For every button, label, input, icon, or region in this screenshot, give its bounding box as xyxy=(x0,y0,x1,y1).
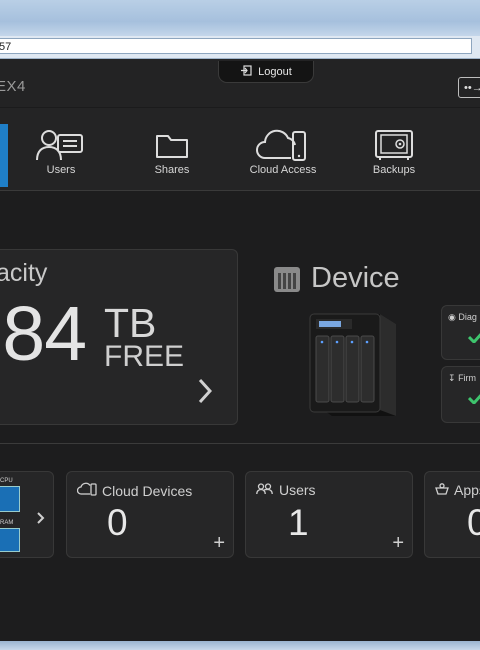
users-icon xyxy=(11,126,111,164)
cpu-meter xyxy=(0,486,20,512)
cloud-devices-label: Cloud Devices xyxy=(76,482,193,499)
firmware-card[interactable]: ↧ Firm xyxy=(441,366,480,423)
nav-label-backups: Backups xyxy=(372,164,416,176)
nav-label-cloud-access: Cloud Access xyxy=(249,164,317,176)
cloud-devices-label-text: Cloud Devices xyxy=(102,482,193,499)
capacity-unit: TB xyxy=(104,300,157,346)
diagnostics-label: ◉ Diag xyxy=(448,312,477,323)
cloud-devices-card[interactable]: Cloud Devices 0 + xyxy=(66,471,234,558)
add-user-plus-icon[interactable]: + xyxy=(392,532,404,555)
nav-label-shares: Shares xyxy=(154,164,190,176)
capacity-free-label: FREE xyxy=(104,340,185,373)
logout-icon xyxy=(240,64,252,79)
brand-title: EX4 xyxy=(0,78,26,95)
download-icon: ↧ xyxy=(448,373,456,383)
users-count: 1 xyxy=(288,502,309,543)
nav-item-backups[interactable]: Backups xyxy=(344,126,444,176)
firmware-label-text: Firm xyxy=(458,373,477,383)
diagnostics-check-icon xyxy=(467,330,480,348)
capacity-title: acity xyxy=(0,259,48,287)
nav-item-shares[interactable]: Shares xyxy=(122,126,222,176)
nav-item-cloud-access[interactable]: Cloud Access xyxy=(233,126,333,176)
nav-label-users: Users xyxy=(46,164,76,176)
capacity-chevron-right-icon[interactable] xyxy=(198,378,213,410)
folder-icon xyxy=(122,126,222,164)
cloud-access-icon xyxy=(233,126,333,164)
users-stat-label: Users xyxy=(256,482,316,498)
users-stat-icon xyxy=(256,482,274,498)
apps-label-text: Apps xyxy=(454,482,480,498)
ram-meter xyxy=(0,528,20,552)
browser-address-bar: 57 xyxy=(0,36,480,59)
apps-label: Apps xyxy=(435,482,480,498)
address-field[interactable]: 57 xyxy=(0,38,472,54)
diagnostics-label-text: Diag xyxy=(458,312,477,322)
camera-icon: ◉ xyxy=(448,312,456,322)
nav-item-users[interactable]: Users xyxy=(11,126,111,176)
device-title: Device xyxy=(311,262,400,294)
firmware-check-icon xyxy=(467,391,480,409)
cpu-label: CPU xyxy=(0,478,13,484)
logout-button[interactable]: Logout xyxy=(218,61,314,83)
usb-icon: ••→ xyxy=(464,81,480,94)
section-divider xyxy=(0,443,480,444)
logout-label: Logout xyxy=(258,65,292,78)
nas-device-image xyxy=(304,310,404,427)
device-icon xyxy=(272,264,302,299)
safe-icon xyxy=(344,126,444,164)
cloud-devices-icon xyxy=(76,482,97,499)
cpu-ram-chevron-right-icon[interactable] xyxy=(37,511,45,529)
cloud-devices-count: 0 xyxy=(107,502,128,543)
add-cloud-device-plus-icon[interactable]: + xyxy=(213,532,225,555)
nav-active-indicator[interactable] xyxy=(0,124,8,187)
users-stat-label-text: Users xyxy=(279,482,316,498)
diagnostics-card[interactable]: ◉ Diag xyxy=(441,305,480,360)
apps-card[interactable]: Apps 0 xyxy=(424,471,480,558)
apps-icon xyxy=(435,482,449,498)
ram-label: RAM xyxy=(0,520,14,526)
window-bottom-edge xyxy=(0,641,480,650)
browser-title-bar xyxy=(0,0,480,36)
usb-button[interactable]: ••→ xyxy=(458,77,480,98)
firmware-label: ↧ Firm xyxy=(448,373,476,384)
apps-count: 0 xyxy=(467,502,480,543)
users-card[interactable]: Users 1 + xyxy=(245,471,413,558)
capacity-value: .84 xyxy=(0,291,87,377)
